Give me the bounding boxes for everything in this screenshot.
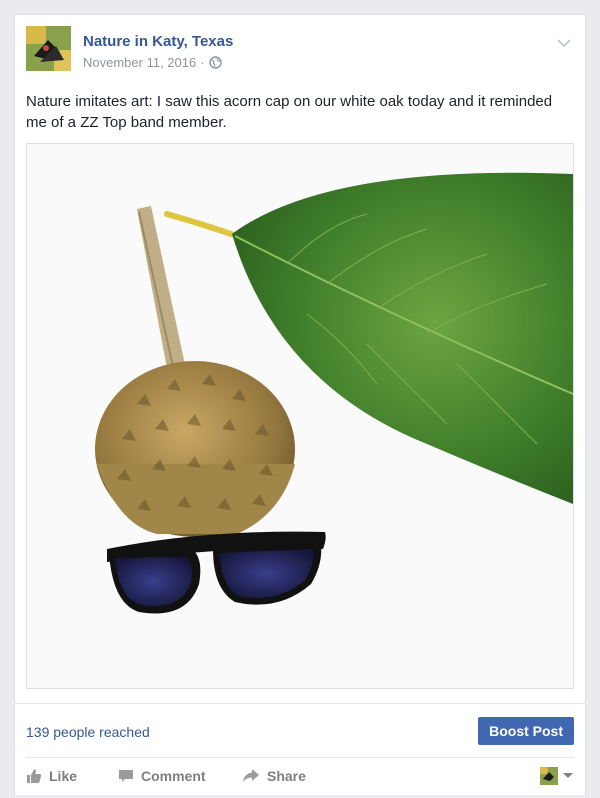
comment-button[interactable]: Comment bbox=[118, 768, 206, 784]
post-actions: Like Comment Share bbox=[26, 757, 574, 798]
post-photo[interactable] bbox=[26, 143, 574, 689]
page-avatar[interactable] bbox=[26, 26, 71, 71]
share-label: Share bbox=[267, 768, 306, 784]
meta-separator: · bbox=[200, 55, 205, 70]
comment-icon bbox=[119, 770, 133, 782]
post-date[interactable]: November 11, 2016 bbox=[83, 55, 196, 70]
thumbs-up-icon bbox=[27, 769, 42, 783]
chevron-down-icon[interactable] bbox=[557, 35, 571, 48]
like-label: Like bbox=[49, 768, 78, 784]
insights-bar: 139 people reached Boost Post bbox=[15, 703, 585, 754]
share-arrow-icon bbox=[243, 769, 259, 782]
post-as-selector[interactable] bbox=[540, 767, 574, 785]
globe-icon[interactable] bbox=[208, 56, 222, 69]
boost-post-button[interactable]: Boost Post bbox=[478, 717, 574, 745]
post-meta: November 11, 2016 · bbox=[83, 55, 222, 70]
comment-label: Comment bbox=[141, 768, 206, 784]
page-name-link[interactable]: Nature in Katy, Texas bbox=[83, 33, 233, 50]
people-reached-link[interactable]: 139 people reached bbox=[26, 724, 150, 740]
page-avatar-small bbox=[540, 767, 558, 785]
post-text: Nature imitates art: I saw this acorn ca… bbox=[26, 93, 553, 131]
caret-down-icon bbox=[563, 773, 573, 778]
share-button[interactable]: Share bbox=[242, 768, 306, 784]
post-card: Nature in Katy, Texas November 11, 2016 … bbox=[14, 14, 586, 795]
like-button[interactable]: Like bbox=[26, 768, 77, 784]
